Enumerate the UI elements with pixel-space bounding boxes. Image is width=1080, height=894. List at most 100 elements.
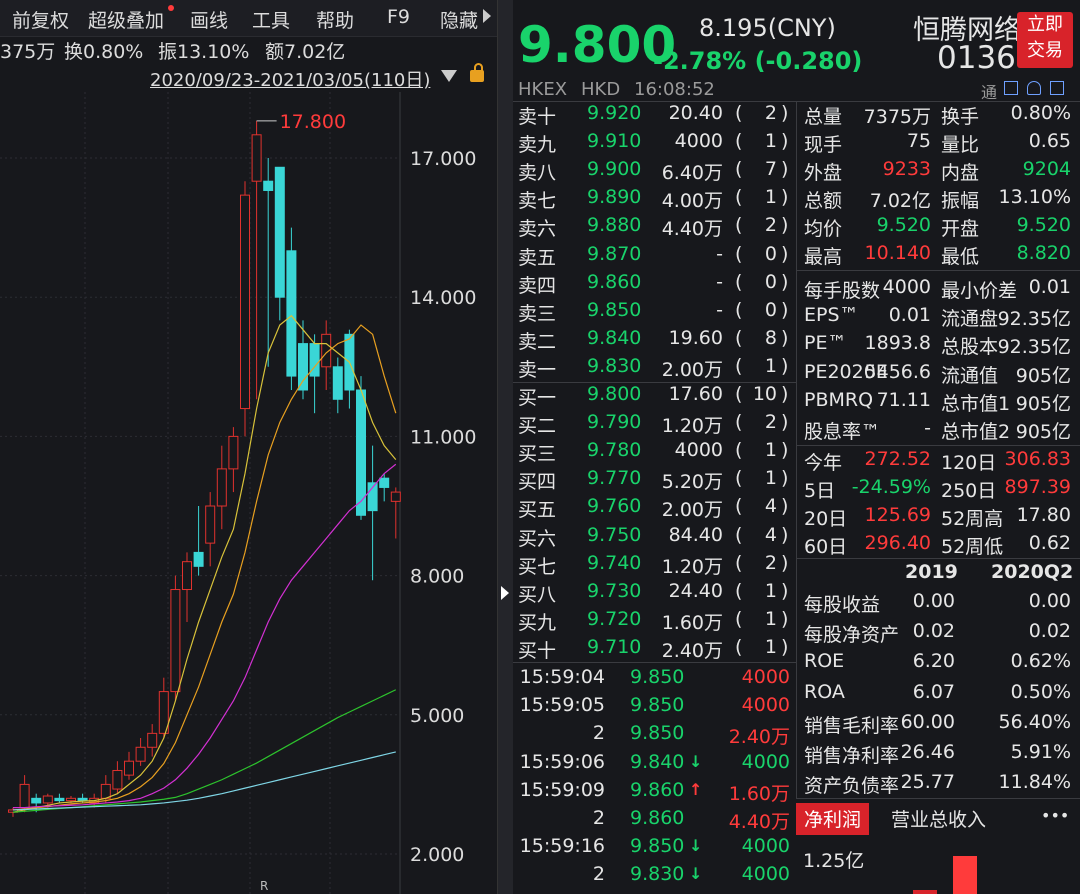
buys-price[interactable]: 9.730 xyxy=(587,580,641,602)
menu-help[interactable]: 帮助 xyxy=(316,6,354,33)
tick-time: 2 xyxy=(592,722,605,745)
perf-key: 60日 xyxy=(804,536,848,558)
high-annotation-label: 17.800 xyxy=(280,111,346,133)
tick-price: 9.850 xyxy=(630,722,685,745)
edit-icon[interactable] xyxy=(1004,81,1018,95)
sells-price[interactable]: 9.880 xyxy=(587,214,641,236)
menu-tools[interactable]: 工具 xyxy=(252,6,290,33)
chart-stats-line: 375万 换0.80% 振13.10% 额7.02亿 xyxy=(0,36,497,64)
tick-volume: 4000 xyxy=(741,863,790,886)
buys-price[interactable]: 9.760 xyxy=(587,495,641,517)
buys-paren-open: ( xyxy=(735,551,743,574)
candlestick-chart[interactable]: 17.000 14.000 11.000 8.000 5.000 2.000 17.800 R xyxy=(0,92,497,894)
sells-paren-open: ( xyxy=(735,214,743,237)
fin-value-2019: 25.77 xyxy=(900,771,955,794)
menu-f9[interactable]: F9 xyxy=(387,6,410,28)
date-range[interactable]: 2020/09/23-2021/03/05(110日) xyxy=(150,66,430,92)
sells-label: 卖五 xyxy=(518,246,557,269)
buys-paren-close: ) xyxy=(781,579,789,602)
buys-price[interactable]: 9.790 xyxy=(587,411,641,433)
date-range-dropdown-icon[interactable] xyxy=(441,70,457,82)
tick-price: 9.860 xyxy=(630,778,685,801)
perf-value: 296.40 xyxy=(864,532,931,554)
sells-volume: - xyxy=(716,270,723,293)
buys-price[interactable]: 9.740 xyxy=(587,552,641,574)
sells-price[interactable]: 9.900 xyxy=(587,158,641,180)
menu-expand-icon[interactable] xyxy=(483,9,491,23)
sells-price[interactable]: 9.840 xyxy=(587,327,641,349)
amount-stat: 额7.02亿 xyxy=(265,41,346,63)
sells-volume: 2.00万 xyxy=(661,358,723,381)
candle-body xyxy=(182,561,192,591)
tick-time: 15:59:06 xyxy=(519,750,605,773)
buys-price[interactable]: 9.800 xyxy=(587,383,641,405)
candle-body xyxy=(193,551,204,567)
more-icon[interactable]: ••• xyxy=(1041,806,1069,825)
buys-volume: 1.20万 xyxy=(661,555,723,578)
sells-paren-close: ) xyxy=(781,354,789,377)
candle-body xyxy=(240,194,250,410)
stats-value: 10.140 xyxy=(864,242,931,264)
collapse-arrow-icon[interactable] xyxy=(501,586,509,600)
buys-price[interactable]: 9.780 xyxy=(587,439,641,461)
buys-paren-open: ( xyxy=(735,523,743,546)
sells-price[interactable]: 9.910 xyxy=(587,130,641,152)
menu-super-overlay[interactable]: 超级叠加 xyxy=(88,6,164,33)
chart-panel[interactable]: 前复权 超级叠加 画线 工具 帮助 F9 隐藏 375万 换0.80% 振13.… xyxy=(0,0,497,894)
buys-count: 1 xyxy=(764,439,777,462)
menu-forward-adjust[interactable]: 前复权 xyxy=(12,6,69,33)
fin-key: ROE xyxy=(804,650,845,673)
candle-body xyxy=(42,795,53,804)
sells-price[interactable]: 9.920 xyxy=(587,102,641,124)
quote-time: 16:08:52 xyxy=(634,79,715,100)
buys-label: 买二 xyxy=(518,415,557,438)
sells-label: 卖四 xyxy=(518,274,557,297)
sells-paren-open: ( xyxy=(735,354,743,377)
candle-body xyxy=(124,760,134,776)
buys-volume: 24.40 xyxy=(668,579,723,602)
buys-price[interactable]: 9.770 xyxy=(587,467,641,489)
candle-body xyxy=(31,797,42,804)
share-icon[interactable] xyxy=(1050,81,1064,95)
fin-value-2020q2: 0.62% xyxy=(1010,650,1071,673)
stats2-value: - xyxy=(924,417,931,439)
buys-price[interactable]: 9.720 xyxy=(587,608,641,630)
sells-label: 卖十 xyxy=(518,106,557,128)
fin-key: 资产负债率 xyxy=(804,775,900,798)
buys-price[interactable]: 9.710 xyxy=(587,636,641,658)
sells-price[interactable]: 9.860 xyxy=(587,271,641,293)
stats2-key: 总股本 xyxy=(941,336,999,359)
sells-price[interactable]: 9.890 xyxy=(587,186,641,208)
fin-key: 每股收益 xyxy=(804,594,881,616)
tab-net-profit[interactable]: 净利润 xyxy=(796,803,870,835)
tick-price: 9.830 xyxy=(630,863,685,886)
buys-volume: 2.00万 xyxy=(661,499,723,522)
stats-value: 13.10% xyxy=(998,186,1071,208)
alert-bell-icon[interactable] xyxy=(1027,81,1041,95)
sells-price[interactable]: 9.870 xyxy=(587,243,641,265)
sells-paren-open: ( xyxy=(735,242,743,265)
trade-now-button[interactable]: 立即 交易 xyxy=(1017,12,1073,68)
stats-value: 8.820 xyxy=(1016,242,1071,264)
fin-value-2019: 6.07 xyxy=(912,680,955,703)
candle-body xyxy=(332,366,343,400)
cny-price: 8.195(CNY) xyxy=(699,14,836,42)
candle-body xyxy=(228,435,239,470)
sells-price[interactable]: 9.830 xyxy=(587,355,641,377)
tab-total-revenue[interactable]: 营业总收入 xyxy=(883,803,994,835)
stats2-value: 0.01 xyxy=(1028,276,1071,298)
tick-volume: 4.40万 xyxy=(728,811,790,833)
stats2-key: 股息率™ xyxy=(804,421,881,443)
buys-volume: 84.40 xyxy=(668,523,723,546)
buys-price[interactable]: 9.750 xyxy=(587,524,641,546)
fin-value-2020q2: 11.84% xyxy=(998,771,1071,794)
tick-price: 9.850 xyxy=(630,666,685,688)
tick-volume: 4000 xyxy=(741,750,790,773)
buys-paren-close: ) xyxy=(781,495,789,518)
sells-paren-close: ) xyxy=(781,102,789,124)
buys-count: 10 xyxy=(752,383,777,405)
stats2-value: 905亿 xyxy=(1015,364,1071,387)
sells-price[interactable]: 9.850 xyxy=(587,299,641,321)
menu-hide[interactable]: 隐藏 xyxy=(440,6,478,33)
menu-draw-line[interactable]: 画线 xyxy=(190,6,228,33)
